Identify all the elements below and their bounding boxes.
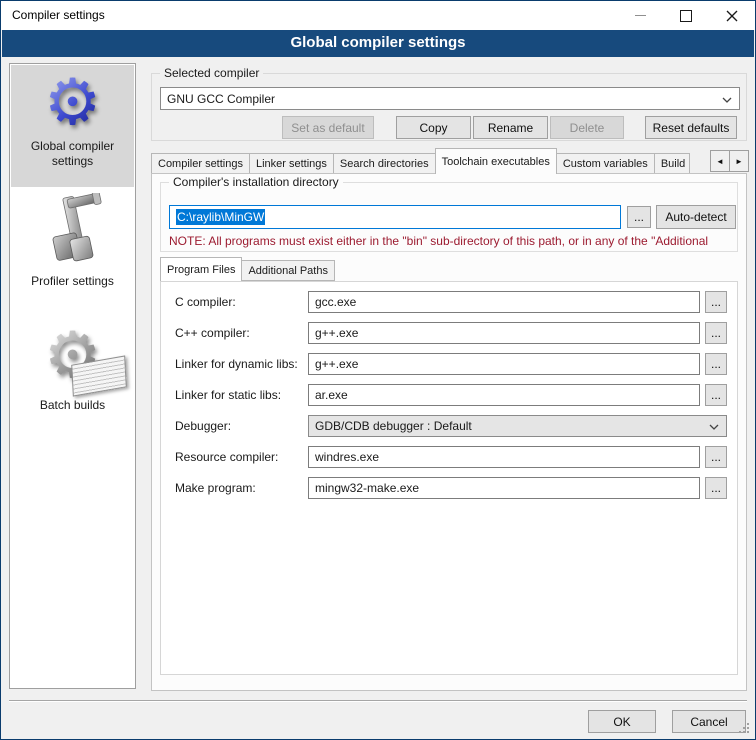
- delete-button[interactable]: Delete: [550, 116, 624, 139]
- sidebar-item-profiler-settings[interactable]: Profiler settings: [11, 192, 134, 302]
- rename-button[interactable]: Rename: [473, 116, 548, 139]
- tab-search-directories[interactable]: Search directories: [333, 153, 436, 174]
- tab-scroll-left-button[interactable]: ◄: [710, 150, 730, 172]
- resize-grip[interactable]: [747, 731, 749, 733]
- tab-scroll-right-button[interactable]: ►: [729, 150, 749, 172]
- linker-static-browse-button[interactable]: ...: [705, 384, 727, 406]
- auto-detect-button[interactable]: Auto-detect: [656, 205, 736, 229]
- cpp-compiler-label: C++ compiler:: [175, 322, 250, 344]
- tab-build-truncated[interactable]: Build: [654, 153, 690, 174]
- tab-custom-variables[interactable]: Custom variables: [556, 153, 655, 174]
- main-tab-bar: Compiler settings Linker settings Search…: [151, 148, 711, 174]
- linker-dynamic-label: Linker for dynamic libs:: [175, 353, 298, 375]
- sidebar-item-global-compiler-settings[interactable]: Global compiler settings: [11, 65, 134, 187]
- maximize-button[interactable]: [663, 1, 709, 30]
- footer-divider: [9, 700, 747, 702]
- selected-compiler-legend: Selected compiler: [160, 66, 263, 80]
- sidebar-item-label: Profiler settings: [11, 274, 134, 289]
- tab-program-files[interactable]: Program Files: [160, 257, 242, 281]
- resource-compiler-browse-button[interactable]: ...: [705, 446, 727, 468]
- debugger-label: Debugger:: [175, 415, 231, 437]
- reset-defaults-button[interactable]: Reset defaults: [645, 116, 737, 139]
- set-as-default-button[interactable]: Set as default: [282, 116, 374, 139]
- program-files-tab-bar: Program Files Additional Paths: [160, 257, 738, 281]
- ok-button[interactable]: OK: [588, 710, 656, 733]
- make-program-input[interactable]: mingw32-make.exe: [308, 477, 700, 499]
- minimize-button[interactable]: [617, 1, 663, 30]
- installation-directory-group: Compiler's installation directory C:\ray…: [160, 182, 738, 252]
- linker-dynamic-value: g++.exe: [315, 357, 358, 371]
- tab-scroll-right-icon: ►: [735, 157, 743, 166]
- cpp-compiler-value: g++.exe: [315, 326, 358, 340]
- linker-static-value: ar.exe: [315, 388, 348, 402]
- cancel-button[interactable]: Cancel: [672, 710, 746, 733]
- settings-category-list: Global compiler settings: [9, 63, 136, 689]
- chevron-down-icon: [709, 419, 719, 433]
- chevron-down-icon: [722, 92, 732, 106]
- c-compiler-label: C compiler:: [175, 291, 236, 313]
- make-program-label: Make program:: [175, 477, 256, 499]
- titlebar[interactable]: Compiler settings: [1, 1, 755, 30]
- maximize-icon: [680, 10, 692, 22]
- tab-additional-paths[interactable]: Additional Paths: [241, 260, 335, 281]
- compiler-select[interactable]: GNU GCC Compiler: [160, 87, 740, 110]
- installation-directory-value: C:\raylib\MinGW: [176, 209, 265, 225]
- window-title: Compiler settings: [12, 1, 105, 30]
- c-compiler-input[interactable]: gcc.exe: [308, 291, 700, 313]
- make-program-value: mingw32-make.exe: [315, 481, 419, 495]
- caliper-icon: [34, 193, 112, 273]
- blue-gear-icon: [44, 68, 101, 136]
- compiler-select-value: GNU GCC Compiler: [167, 92, 275, 106]
- close-icon: [726, 10, 738, 22]
- linker-dynamic-browse-button[interactable]: ...: [705, 353, 727, 375]
- c-compiler-browse-button[interactable]: ...: [705, 291, 727, 313]
- copy-button[interactable]: Copy: [396, 116, 471, 139]
- toolchain-executables-panel: Compiler's installation directory C:\ray…: [151, 173, 747, 691]
- cpp-compiler-input[interactable]: g++.exe: [308, 322, 700, 344]
- installation-note: NOTE: All programs must exist either in …: [169, 234, 733, 248]
- debugger-value: GDB/CDB debugger : Default: [315, 419, 472, 433]
- caption-buttons: [617, 1, 755, 30]
- tab-linker-settings[interactable]: Linker settings: [249, 153, 334, 174]
- cpp-compiler-browse-button[interactable]: ...: [705, 322, 727, 344]
- close-button[interactable]: [709, 1, 755, 30]
- minimize-icon: [635, 15, 646, 16]
- sidebar-item-label: Global compiler settings: [11, 139, 134, 169]
- browse-directory-button[interactable]: ...: [627, 206, 651, 228]
- linker-static-input[interactable]: ar.exe: [308, 384, 700, 406]
- installation-directory-input[interactable]: C:\raylib\MinGW: [169, 205, 621, 229]
- sidebar-item-label: Batch builds: [11, 398, 134, 413]
- program-files-panel: C compiler: gcc.exe ... C++ compiler: g+…: [160, 281, 738, 675]
- resource-compiler-label: Resource compiler:: [175, 446, 278, 468]
- debugger-select[interactable]: GDB/CDB debugger : Default: [308, 415, 727, 437]
- tab-toolchain-executables[interactable]: Toolchain executables: [435, 148, 557, 174]
- c-compiler-value: gcc.exe: [315, 295, 356, 309]
- resource-compiler-value: windres.exe: [315, 450, 379, 464]
- tab-scroll-left-icon: ◄: [716, 157, 724, 166]
- installation-directory-legend: Compiler's installation directory: [169, 175, 343, 189]
- linker-dynamic-input[interactable]: g++.exe: [308, 353, 700, 375]
- make-program-browse-button[interactable]: ...: [705, 477, 727, 499]
- resource-compiler-input[interactable]: windres.exe: [308, 446, 700, 468]
- linker-static-label: Linker for static libs:: [175, 384, 281, 406]
- selected-compiler-group: Selected compiler GNU GCC Compiler Set a…: [151, 73, 747, 141]
- page-title: Global compiler settings: [2, 30, 754, 57]
- tab-compiler-settings[interactable]: Compiler settings: [151, 153, 250, 174]
- compiler-settings-dialog: Compiler settings Global compiler settin…: [0, 0, 756, 740]
- sidebar-item-batch-builds[interactable]: Batch builds: [11, 312, 134, 422]
